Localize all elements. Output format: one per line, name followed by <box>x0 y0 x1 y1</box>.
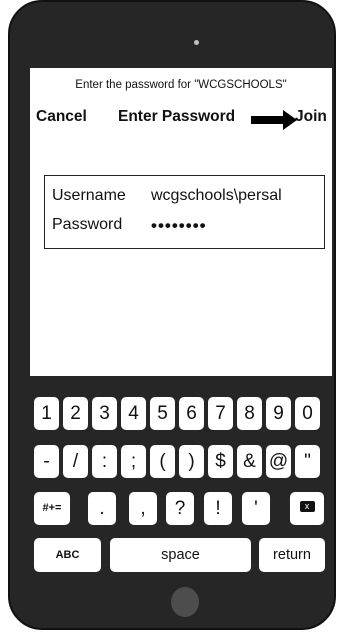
delete-icon: x <box>299 501 315 512</box>
abc-key[interactable]: ABC <box>34 538 101 572</box>
key-9[interactable]: 9 <box>266 397 291 430</box>
key-colon[interactable]: : <box>92 445 117 478</box>
key-2[interactable]: 2 <box>63 397 88 430</box>
key-exclamation[interactable]: ! <box>204 492 232 525</box>
keyboard: 1 2 3 4 5 6 7 8 9 0 - / : ; ( ) $ & @ " … <box>30 376 332 578</box>
key-open-paren[interactable]: ( <box>150 445 175 478</box>
key-6[interactable]: 6 <box>179 397 204 430</box>
key-slash[interactable]: / <box>63 445 88 478</box>
screen: Enter the password for "WCGSCHOOLS" Canc… <box>30 68 332 578</box>
key-8[interactable]: 8 <box>237 397 262 430</box>
key-close-paren[interactable]: ) <box>179 445 204 478</box>
key-ampersand[interactable]: & <box>237 445 262 478</box>
join-button[interactable]: Join <box>295 108 327 126</box>
key-semicolon[interactable]: ; <box>121 445 146 478</box>
key-comma[interactable]: , <box>129 492 157 525</box>
key-5[interactable]: 5 <box>150 397 175 430</box>
key-hyphen[interactable]: - <box>34 445 59 478</box>
key-0[interactable]: 0 <box>295 397 320 430</box>
key-4[interactable]: 4 <box>121 397 146 430</box>
cancel-button[interactable]: Cancel <box>36 108 87 126</box>
key-7[interactable]: 7 <box>208 397 233 430</box>
delete-key[interactable]: x <box>290 492 324 525</box>
credentials-form: Username wcgschools\persal Password ••••… <box>44 175 325 249</box>
nav-bar: Cancel Enter Password Join <box>30 108 332 132</box>
key-3[interactable]: 3 <box>92 397 117 430</box>
key-period[interactable]: . <box>88 492 116 525</box>
space-key[interactable]: space <box>110 538 251 572</box>
key-quote[interactable]: " <box>295 445 320 478</box>
camera-icon <box>194 40 199 45</box>
symbols-key[interactable]: #+= <box>34 492 70 525</box>
username-label: Username <box>52 187 126 204</box>
key-apostrophe[interactable]: ' <box>242 492 270 525</box>
return-key[interactable]: return <box>259 538 325 572</box>
password-label: Password <box>52 216 123 233</box>
password-field[interactable]: •••••••• <box>151 216 207 236</box>
home-button-icon[interactable] <box>171 587 199 617</box>
password-prompt: Enter the password for "WCGSCHOOLS" <box>75 79 287 91</box>
page-title: Enter Password <box>118 108 236 125</box>
key-dollar[interactable]: $ <box>208 445 233 478</box>
key-1[interactable]: 1 <box>34 397 59 430</box>
key-question[interactable]: ? <box>166 492 194 525</box>
username-field[interactable]: wcgschools\persal <box>151 187 282 205</box>
key-at[interactable]: @ <box>266 445 291 478</box>
